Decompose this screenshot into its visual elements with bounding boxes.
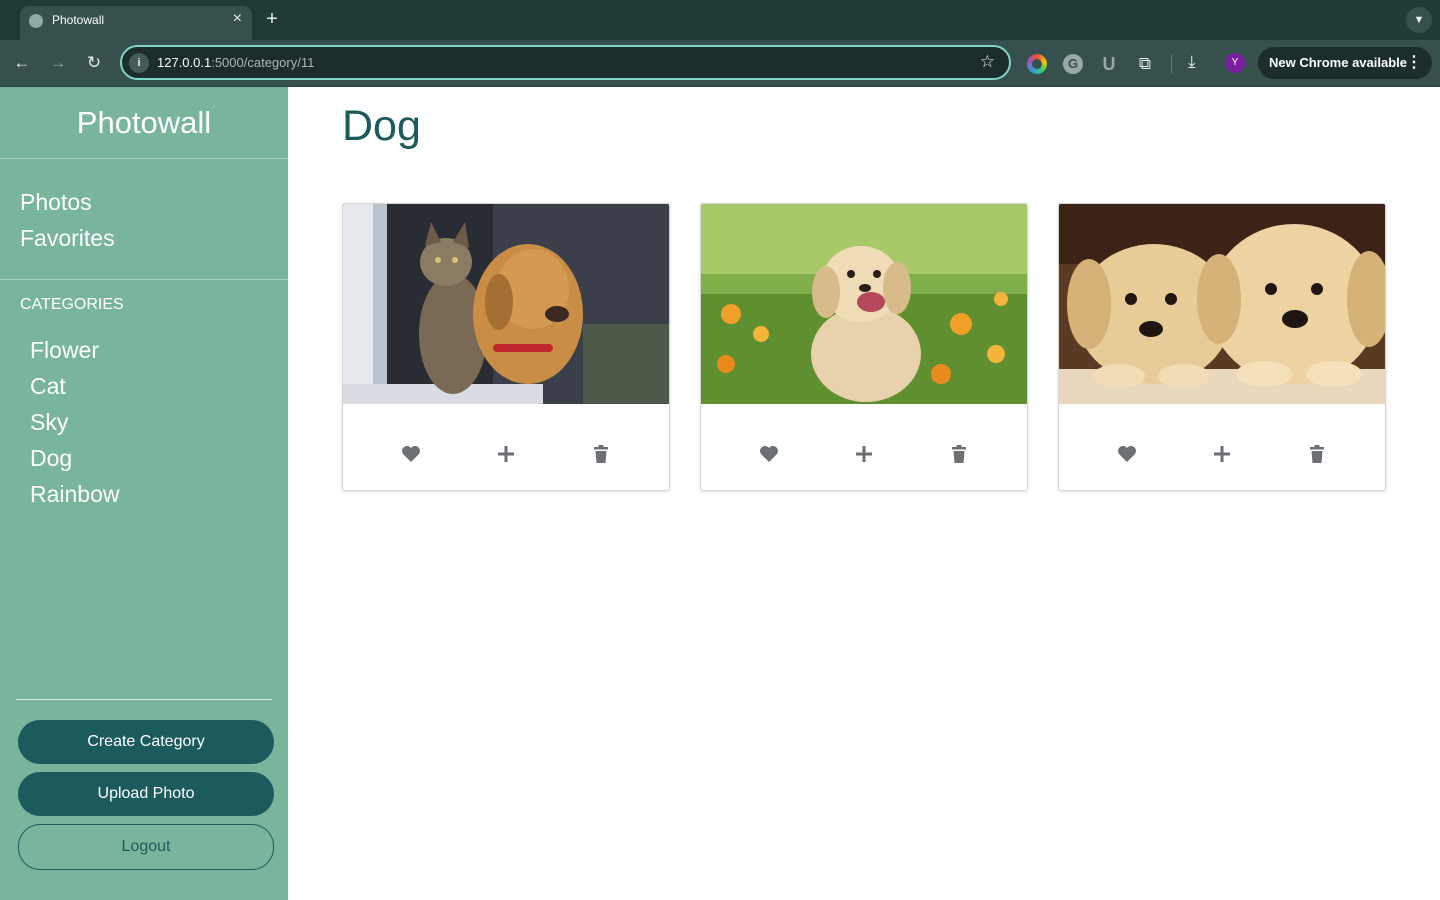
photo-card xyxy=(700,203,1028,491)
photo-card xyxy=(342,203,670,491)
photo-actions xyxy=(343,404,669,490)
url-text[interactable]: 127.0.0.1:5000/category/11 xyxy=(157,55,314,70)
globe-icon xyxy=(29,14,43,28)
color-extension-icon[interactable] xyxy=(1027,54,1047,74)
heart-icon[interactable] xyxy=(399,442,423,466)
browser-tab[interactable]: Photowall × xyxy=(20,6,252,40)
brand-title[interactable]: Photowall xyxy=(0,105,288,141)
trash-icon[interactable] xyxy=(1305,442,1329,466)
profile-avatar[interactable]: Y xyxy=(1225,53,1245,73)
trash-icon[interactable] xyxy=(589,442,613,466)
category-item-dog[interactable]: Dog xyxy=(30,440,120,476)
photo-image[interactable] xyxy=(1059,204,1385,404)
divider xyxy=(16,699,272,700)
page-title: Dog xyxy=(342,102,421,150)
browser-toolbar: ← → ↻ i 127.0.0.1:5000/category/11 ☆ G U… xyxy=(0,40,1440,87)
divider xyxy=(0,158,288,159)
download-icon[interactable]: ⤓ xyxy=(1188,52,1196,72)
heart-icon[interactable] xyxy=(757,442,781,466)
heart-icon[interactable] xyxy=(1115,442,1139,466)
sidebar: Photowall Photos Favorites CATEGORIES Fl… xyxy=(0,87,288,900)
address-bar[interactable]: i 127.0.0.1:5000/category/11 ☆ xyxy=(120,45,1011,80)
photo-actions xyxy=(1059,404,1385,490)
plus-icon[interactable] xyxy=(852,442,876,466)
logout-button[interactable]: Logout xyxy=(18,824,274,870)
photo-image[interactable] xyxy=(701,204,1027,404)
category-item-flower[interactable]: Flower xyxy=(30,332,120,368)
upload-photo-button[interactable]: Upload Photo xyxy=(18,772,274,816)
reload-icon[interactable]: ↻ xyxy=(82,51,106,75)
close-icon[interactable]: × xyxy=(233,11,242,27)
chevron-down-icon[interactable]: ▼ xyxy=(1406,7,1432,33)
category-item-cat[interactable]: Cat xyxy=(30,368,120,404)
bookmark-star-icon[interactable]: ☆ xyxy=(980,52,995,72)
photo-actions xyxy=(701,404,1027,490)
trash-icon[interactable] xyxy=(947,442,971,466)
kebab-menu-icon: ⋮ xyxy=(1406,54,1422,71)
divider xyxy=(0,279,288,280)
category-item-rainbow[interactable]: Rainbow xyxy=(30,476,120,512)
photo-card xyxy=(1058,203,1386,491)
new-tab-icon[interactable]: + xyxy=(262,9,282,29)
categories-heading: CATEGORIES xyxy=(20,296,124,313)
plus-icon[interactable] xyxy=(494,442,518,466)
nav-item-photos[interactable]: Photos xyxy=(20,184,115,220)
update-label: New Chrome available xyxy=(1269,55,1407,70)
create-category-button[interactable]: Create Category xyxy=(18,720,274,764)
toolbar-divider xyxy=(1171,55,1172,73)
main-nav: Photos Favorites xyxy=(20,184,115,256)
forward-arrow-icon[interactable]: → xyxy=(46,51,70,75)
category-item-sky[interactable]: Sky xyxy=(30,404,120,440)
photo-image[interactable] xyxy=(343,204,669,404)
grammarly-extension-icon[interactable]: G xyxy=(1063,54,1083,74)
chrome-update-button[interactable]: New Chrome available ⋮ xyxy=(1258,47,1432,79)
extensions-puzzle-icon[interactable]: ⧉ xyxy=(1135,54,1155,74)
browser-tab-strip: Photowall × + ▼ xyxy=(0,0,1440,40)
u-extension-icon[interactable]: U xyxy=(1099,54,1119,74)
back-arrow-icon[interactable]: ← xyxy=(10,51,34,75)
nav-item-favorites[interactable]: Favorites xyxy=(20,220,115,256)
tab-title: Photowall xyxy=(52,13,105,27)
plus-icon[interactable] xyxy=(1210,442,1234,466)
site-info-icon[interactable]: i xyxy=(129,53,149,73)
category-list: Flower Cat Sky Dog Rainbow xyxy=(30,332,120,512)
